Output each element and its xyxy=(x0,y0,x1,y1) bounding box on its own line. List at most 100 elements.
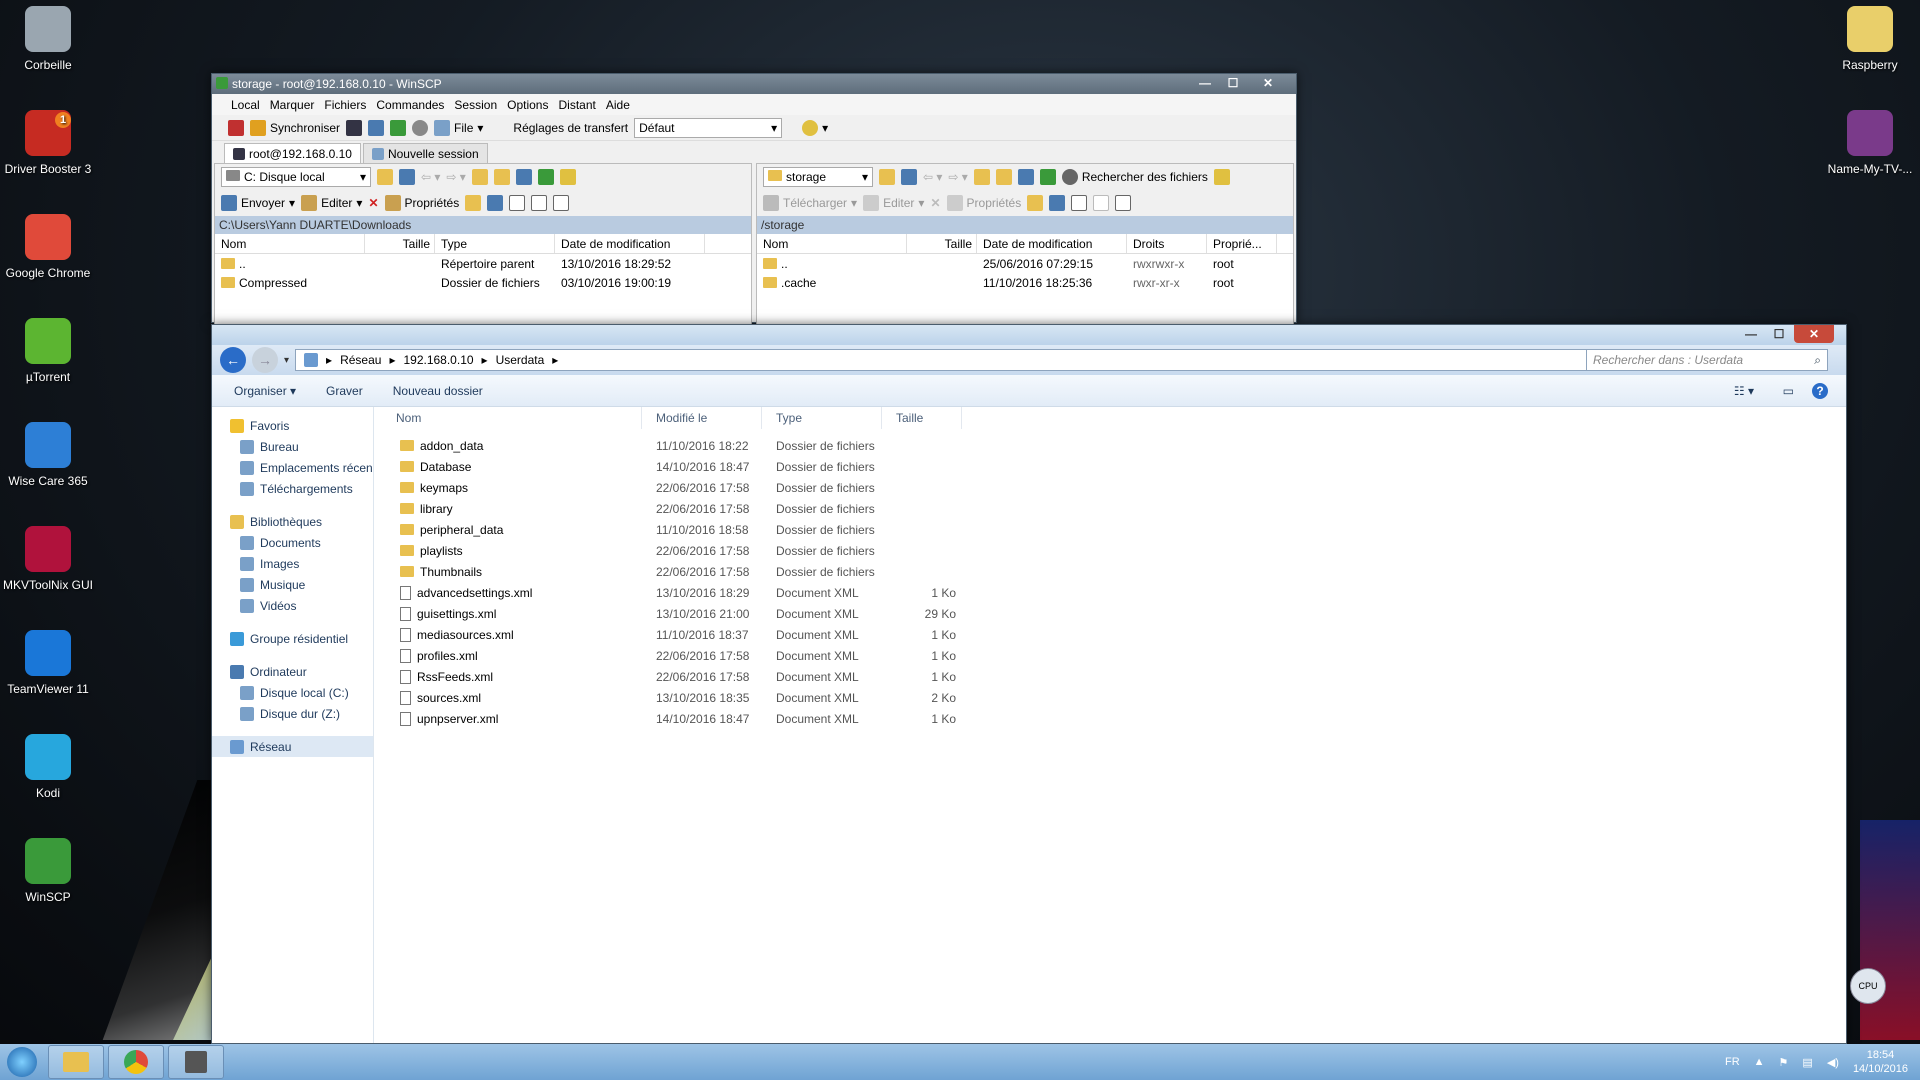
col-name[interactable]: Nom xyxy=(757,234,907,253)
col-date[interactable]: Date de modification xyxy=(977,234,1127,253)
col-rights[interactable]: Droits xyxy=(1127,234,1207,253)
cpu-gadget[interactable]: CPU xyxy=(1850,968,1886,1004)
remote-dir-select[interactable]: storage ▾ xyxy=(763,167,873,187)
recent-pages-dropdown[interactable]: ▾ xyxy=(284,355,289,366)
menu-item[interactable]: Options xyxy=(502,98,553,112)
tree-icon[interactable] xyxy=(1213,169,1230,185)
new-folder-icon[interactable] xyxy=(1027,195,1044,211)
tab-session[interactable]: root@192.168.0.10 xyxy=(224,143,361,163)
terminal-icon[interactable] xyxy=(346,119,363,136)
new-file-icon[interactable] xyxy=(487,195,504,211)
table-row[interactable]: .cache 11/10/2016 18:25:36 rwxr-xr-x root xyxy=(757,273,1293,292)
delete-icon[interactable]: ✕ xyxy=(368,196,378,210)
col-name[interactable]: Nom xyxy=(215,234,365,253)
table-row[interactable]: .. 25/06/2016 07:29:15 rwxrwxr-x root xyxy=(757,254,1293,273)
desktop-icon[interactable]: 1 Driver Booster 3 xyxy=(0,110,96,176)
address-bar[interactable]: ▸ Réseau▸192.168.0.10▸Userdata▸ ▾ xyxy=(295,349,1618,371)
nav-group-libraries[interactable]: Bibliothèques xyxy=(212,511,373,532)
home-icon[interactable] xyxy=(1017,169,1034,185)
view-options-icon[interactable]: ☷ ▾ xyxy=(1734,384,1754,398)
list-item[interactable]: guisettings.xml 13/10/2016 21:00 Document … xyxy=(382,603,1846,624)
table-row[interactable]: Compressed Dossier de fichiers 03/10/2016 … xyxy=(215,273,751,292)
minimize-button[interactable]: — xyxy=(1738,325,1764,343)
col-owner[interactable]: Proprié... xyxy=(1207,234,1277,253)
nav-item[interactable]: Musique xyxy=(212,574,373,595)
transfer-settings-select[interactable]: Défaut ▾ xyxy=(634,117,783,138)
minimize-button[interactable]: — xyxy=(1192,74,1218,92)
menu-item[interactable]: Fichiers xyxy=(319,98,371,112)
preview-pane-icon[interactable]: ▭ xyxy=(1783,384,1794,398)
col-size[interactable]: Taille xyxy=(907,234,977,253)
open-folder-icon[interactable] xyxy=(879,169,895,185)
properties-button[interactable]: Propriétés xyxy=(384,195,459,211)
nav-group-homegroup[interactable]: Groupe résidentiel xyxy=(212,628,373,649)
open-folder-icon[interactable] xyxy=(377,169,393,185)
home-icon[interactable] xyxy=(515,169,532,185)
desktop-icon[interactable]: Raspberry xyxy=(1822,6,1918,72)
edit-button[interactable]: Editer ▾ xyxy=(301,195,362,211)
table-row[interactable]: .. Répertoire parent 13/10/2016 18:29:52 xyxy=(215,254,751,273)
maximize-button[interactable]: ☐ xyxy=(1220,74,1246,92)
menu-item[interactable]: Session xyxy=(449,98,502,112)
list-item[interactable]: Database 14/10/2016 18:47 Dossier de fichi… xyxy=(382,456,1846,477)
filter-icon[interactable] xyxy=(553,195,570,211)
nav-group-network[interactable]: Réseau xyxy=(212,736,373,757)
refresh-icon[interactable] xyxy=(390,119,407,136)
desktop-icon[interactable]: TeamViewer 11 xyxy=(0,630,96,696)
taskbar-explorer[interactable] xyxy=(48,1045,104,1079)
col-type[interactable]: Type xyxy=(435,234,555,253)
winscp-titlebar[interactable]: storage - root@192.168.0.10 - WinSCP — ☐… xyxy=(212,74,1296,94)
compare-icon[interactable] xyxy=(228,119,244,136)
root-dir-icon[interactable] xyxy=(995,169,1012,185)
plus-icon[interactable] xyxy=(1071,195,1088,211)
filter-icon[interactable] xyxy=(399,169,415,185)
new-file-icon[interactable] xyxy=(1049,195,1066,211)
language-indicator[interactable]: FR xyxy=(1725,1056,1740,1068)
close-button[interactable]: ✕ xyxy=(1794,325,1834,343)
filter-icon[interactable] xyxy=(901,169,917,185)
list-item[interactable]: addon_data 11/10/2016 18:22 Dossier de fic… xyxy=(382,435,1846,456)
col-size[interactable]: Taille xyxy=(365,234,435,253)
search-input[interactable]: Rechercher dans : Userdata ⌕ xyxy=(1586,349,1828,371)
clock[interactable]: 18:54 14/10/2016 xyxy=(1853,1048,1908,1076)
list-item[interactable]: Thumbnails 22/06/2016 17:58 Dossier de fic… xyxy=(382,561,1846,582)
back-arrow-icon[interactable]: ⇦ ▾ xyxy=(923,170,942,184)
breadcrumb-separator-icon[interactable]: ▸ xyxy=(389,353,395,367)
taskbar-winscp[interactable] xyxy=(168,1045,224,1079)
breadcrumb-separator-icon[interactable]: ▸ xyxy=(482,353,488,367)
start-button[interactable] xyxy=(0,1044,44,1080)
flag-icon[interactable]: ⚑ xyxy=(1779,1056,1789,1069)
list-item[interactable]: RssFeeds.xml 22/06/2016 17:58 Document XML… xyxy=(382,666,1846,687)
nav-item[interactable]: Vidéos xyxy=(212,595,373,616)
back-arrow-icon[interactable]: ⇦ ▾ xyxy=(421,170,440,184)
filter-icon[interactable] xyxy=(1115,195,1132,211)
list-item[interactable]: peripheral_data 11/10/2016 18:58 Dossier d… xyxy=(382,519,1846,540)
root-dir-icon[interactable] xyxy=(493,169,510,185)
synchronize-button[interactable]: Synchroniser xyxy=(250,119,340,136)
col-name[interactable]: Nom xyxy=(382,407,642,429)
col-size[interactable]: Taille xyxy=(882,407,962,429)
volume-icon[interactable]: ◀) xyxy=(1827,1056,1839,1069)
menu-item[interactable]: Marquer xyxy=(265,98,320,112)
list-item[interactable]: upnpserver.xml 14/10/2016 18:47 Document X… xyxy=(382,708,1846,729)
explorer-titlebar[interactable]: — ☐ ✕ xyxy=(212,325,1846,345)
list-item[interactable]: profiles.xml 22/06/2016 17:58 Document XML… xyxy=(382,645,1846,666)
back-button[interactable]: ← xyxy=(220,347,246,373)
nav-item[interactable]: Emplacements récen xyxy=(212,457,373,478)
breadcrumb-item[interactable]: Userdata xyxy=(496,353,545,367)
breadcrumb-separator-icon[interactable]: ▸ xyxy=(552,353,558,367)
desktop-icon[interactable]: Wise Care 365 xyxy=(0,422,96,488)
transfer-options-button[interactable]: ▾ xyxy=(802,119,828,136)
minus-icon[interactable] xyxy=(1093,195,1110,211)
breadcrumb-item[interactable]: Réseau xyxy=(340,353,381,367)
list-item[interactable]: keymaps 22/06/2016 17:58 Dossier de fichie… xyxy=(382,477,1846,498)
taskbar-chrome[interactable] xyxy=(108,1045,164,1079)
list-item[interactable]: advancedsettings.xml 13/10/2016 18:29 Docu… xyxy=(382,582,1846,603)
organize-button[interactable]: Organiser ▾ xyxy=(234,384,296,398)
desktop-icon[interactable]: WinSCP xyxy=(0,838,96,904)
parent-dir-icon[interactable] xyxy=(471,169,488,185)
minus-icon[interactable] xyxy=(531,195,548,211)
send-button[interactable]: Envoyer ▾ xyxy=(221,195,295,211)
remote-path[interactable]: /storage xyxy=(757,216,1293,234)
list-item[interactable]: mediasources.xml 11/10/2016 18:37 Document… xyxy=(382,624,1846,645)
